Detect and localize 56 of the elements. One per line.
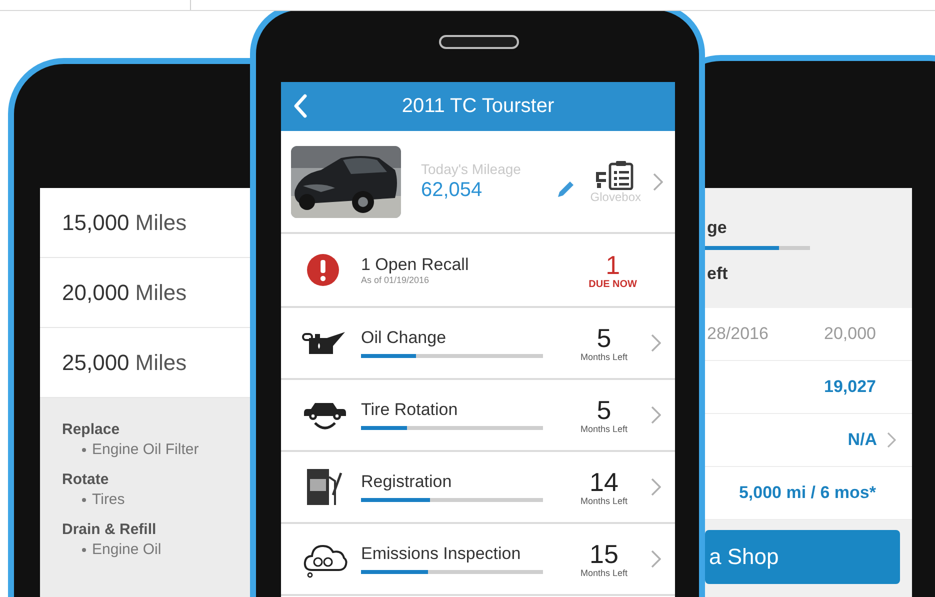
- recall-title: 1 Open Recall: [361, 255, 469, 275]
- bullet-icon: [82, 498, 86, 502]
- mileage-milestone[interactable]: 25,000: [62, 350, 130, 376]
- recall-count: 1: [606, 250, 620, 278]
- vehicle-title: 2011 TC Tourster: [402, 95, 554, 118]
- detail-row[interactable]: 28/2016 20,000: [705, 308, 912, 361]
- mileage-milestone[interactable]: 15,000: [62, 210, 130, 236]
- bullet-icon: [82, 548, 86, 552]
- recall-status: DUE NOW: [588, 278, 637, 290]
- find-shop-button[interactable]: a Shop: [705, 530, 900, 584]
- detail-row[interactable]: 5,000 mi / 6 mos*: [705, 467, 912, 520]
- detail-value: N/A: [848, 430, 877, 450]
- document-icon: [305, 467, 345, 507]
- service-item: Tires: [92, 490, 125, 510]
- months-label: Months Left: [580, 352, 628, 362]
- mileage-value: 62,054: [421, 179, 484, 202]
- mileage-milestone[interactable]: 20,000: [62, 280, 130, 306]
- months-label: Months Left: [580, 568, 628, 578]
- chevron-icon[interactable]: [651, 550, 661, 568]
- chevron-icon[interactable]: [887, 432, 896, 448]
- detail-value: 19,027: [824, 377, 876, 397]
- months-label: Months Left: [580, 496, 628, 506]
- bullet-icon: [82, 448, 86, 452]
- chevron-icon[interactable]: [653, 172, 663, 190]
- chevron-icon[interactable]: [651, 478, 661, 496]
- detail-value: 5,000 mi / 6 mos*: [738, 483, 876, 503]
- miles-unit: Miles: [135, 210, 187, 236]
- miles-unit: Miles: [135, 280, 187, 306]
- progress-label: ge: [707, 218, 727, 238]
- months-label: Months Left: [580, 424, 628, 434]
- chevron-icon[interactable]: [651, 334, 661, 352]
- detail-value: 20,000: [824, 324, 876, 344]
- service-action: Drain & Refill: [62, 520, 158, 540]
- back-icon[interactable]: [293, 94, 307, 118]
- pencil-icon[interactable]: [556, 178, 576, 198]
- months-count: 15: [590, 540, 618, 568]
- months-count: 14: [590, 468, 618, 496]
- chevron-icon[interactable]: [651, 406, 661, 424]
- service-action: Replace: [62, 420, 121, 440]
- alert-icon: [307, 254, 339, 286]
- detail-row[interactable]: N/A: [705, 414, 912, 467]
- speaker-icon: [439, 35, 519, 49]
- detail-row[interactable]: 19,027: [705, 361, 912, 414]
- recall-date: As of 01/19/2016: [361, 275, 430, 285]
- remaining-label: eft: [707, 264, 728, 284]
- service-item: Engine Oil: [92, 540, 162, 560]
- months-count: 5: [596, 324, 612, 352]
- miles-unit: Miles: [135, 350, 187, 376]
- date-text: 28/2016: [707, 324, 768, 344]
- service-name: Registration: [361, 472, 453, 492]
- service-name: Oil Change: [361, 328, 448, 348]
- service-name: Tire Rotation: [361, 400, 459, 420]
- months-count: 5: [596, 396, 612, 424]
- service-action: Rotate: [62, 470, 110, 490]
- service-name: Emissions Inspection: [361, 544, 522, 564]
- service-item: Engine Oil Filter: [92, 440, 199, 460]
